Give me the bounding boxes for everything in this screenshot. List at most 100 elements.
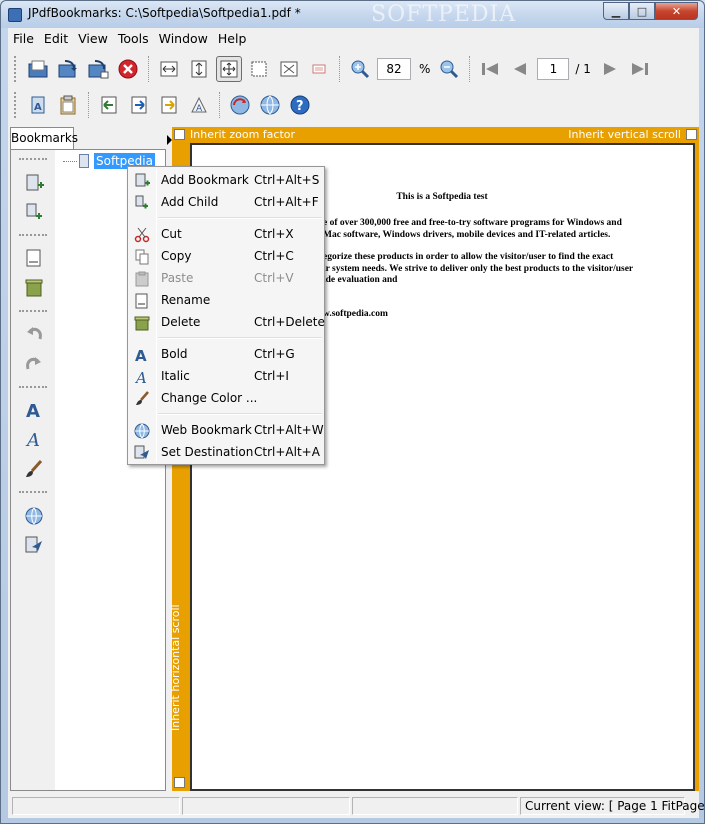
status-cell <box>12 797 180 815</box>
undo-icon[interactable] <box>23 322 45 344</box>
minimize-button[interactable]: ▁ <box>603 2 629 20</box>
menu-item-italic[interactable]: A Italic Ctrl+I <box>130 366 322 388</box>
menu-help[interactable]: Help <box>213 31 252 46</box>
help-icon[interactable]: ? <box>287 92 313 118</box>
menu-item-change-color[interactable]: Change Color ... <box>130 388 322 410</box>
menu-item-copy[interactable]: Copy Ctrl+C <box>130 246 322 268</box>
first-page-icon[interactable] <box>477 56 503 82</box>
menu-view[interactable]: View <box>73 31 113 46</box>
previous-page-icon[interactable] <box>507 56 533 82</box>
add-bookmark-icon <box>134 173 150 189</box>
redo-icon[interactable] <box>23 352 45 374</box>
svg-text:A: A <box>196 104 203 114</box>
inherit-zoom-label: Inherit zoom factor <box>190 127 296 141</box>
paste-icon <box>134 271 150 287</box>
window-title: JPdfBookmarks: C:\Softpedia\Softpedia1.p… <box>28 6 301 20</box>
svg-text:A: A <box>34 102 42 113</box>
fit-page-icon[interactable] <box>216 56 242 82</box>
fit-width-icon[interactable] <box>156 56 182 82</box>
checkbox-icon[interactable] <box>686 128 697 140</box>
close-button[interactable]: ✕ <box>655 2 698 20</box>
title-bar[interactable]: JPdfBookmarks: C:\Softpedia\Softpedia1.p… <box>1 1 704 28</box>
menu-file[interactable]: File <box>8 31 39 46</box>
status-bar: Current view: [ Page 1 FitPage ] <box>8 795 705 817</box>
pdf-properties-icon[interactable]: A <box>25 92 51 118</box>
main-toolbar: 82 % 1 / 1 <box>8 50 699 88</box>
add-child-icon <box>134 195 150 211</box>
italic-icon[interactable]: A <box>23 428 45 450</box>
svg-text:A: A <box>135 347 147 363</box>
inherit-vertical-scroll-label: Inherit vertical scroll <box>568 127 681 141</box>
secondary-toolbar: A A ? <box>8 86 699 124</box>
bookmark-icon <box>79 154 89 168</box>
svg-text:A: A <box>25 430 40 449</box>
add-child-icon[interactable] <box>23 201 45 223</box>
export-bookmarks-icon[interactable] <box>126 92 152 118</box>
scissors-icon <box>134 227 150 243</box>
inherit-zoom-checkbox[interactable]: Inherit zoom factor <box>174 127 295 141</box>
toolbar-grip[interactable] <box>14 56 19 82</box>
menu-item-delete[interactable]: Delete Ctrl+Delete <box>130 312 325 334</box>
checkbox-icon[interactable] <box>174 128 185 140</box>
menu-item-set-destination[interactable]: Set Destination Ctrl+Alt+A <box>130 442 322 464</box>
menu-item-add-bookmark[interactable]: Add Bookmark Ctrl+Alt+S <box>130 170 322 192</box>
inherit-vertical-scroll-checkbox[interactable]: Inherit vertical scroll <box>568 127 697 141</box>
bold-icon[interactable]: A <box>23 399 45 421</box>
import-bookmarks-icon[interactable] <box>96 92 122 118</box>
menu-item-bold[interactable]: A Bold Ctrl+G <box>130 344 322 366</box>
rename-icon <box>134 293 150 309</box>
apply-bookmarks-icon[interactable] <box>156 92 182 118</box>
fit-height-icon[interactable] <box>186 56 212 82</box>
top-left-icon[interactable] <box>306 56 332 82</box>
open-icon[interactable] <box>25 56 51 82</box>
menu-item-cut[interactable]: Cut Ctrl+X <box>130 224 322 246</box>
svg-text:A: A <box>26 401 40 420</box>
set-destination-icon <box>134 445 150 461</box>
copy-icon <box>134 249 150 265</box>
bold-a-icon: A <box>134 347 150 363</box>
tab-bookmarks[interactable]: Bookmarks <box>10 127 78 149</box>
set-destination-icon[interactable] <box>23 534 45 556</box>
menu-item-add-child[interactable]: Add Child Ctrl+Alt+F <box>130 192 322 214</box>
menu-item-web-bookmark[interactable]: Web Bookmark Ctrl+Alt+W <box>130 420 324 442</box>
fit-content-icon[interactable] <box>276 56 302 82</box>
menu-edit[interactable]: Edit <box>39 31 73 46</box>
toolbar-grip[interactable] <box>14 92 19 118</box>
menu-item-paste[interactable]: Paste Ctrl+V <box>130 268 322 290</box>
zoom-in-icon[interactable] <box>347 56 373 82</box>
close-document-icon[interactable] <box>115 56 141 82</box>
save-icon[interactable] <box>55 56 81 82</box>
document-line: ide evaluation and <box>323 275 398 285</box>
current-view-cell: Current view: [ Page 1 FitPage ] <box>520 797 705 815</box>
maximize-button[interactable]: □ <box>629 2 655 20</box>
website-icon[interactable] <box>257 92 283 118</box>
zoom-out-icon[interactable] <box>436 56 462 82</box>
inherit-horizontal-scroll-checkbox[interactable] <box>174 777 185 788</box>
add-bookmark-icon[interactable] <box>23 172 45 194</box>
document-line: ir system needs. We strive to deliver on… <box>323 264 634 274</box>
rename-icon[interactable] <box>23 247 45 269</box>
update-icon[interactable] <box>227 92 253 118</box>
clipboard-icon[interactable] <box>55 92 81 118</box>
color-brush-icon[interactable] <box>23 458 45 480</box>
zoom-input[interactable]: 82 <box>377 58 411 80</box>
document-line: e of over 300,000 free and free-to-try s… <box>323 218 622 228</box>
trash-icon <box>134 315 150 331</box>
menu-tools[interactable]: Tools <box>113 31 154 46</box>
page-number-input[interactable]: 1 <box>537 58 570 80</box>
save-as-icon[interactable] <box>85 56 111 82</box>
menu-item-rename[interactable]: Rename <box>130 290 322 312</box>
menu-window[interactable]: Window <box>154 31 213 46</box>
last-page-icon[interactable] <box>627 56 653 82</box>
bookmark-side-toolbar: A A <box>11 150 55 790</box>
document-line: w.softpedia.com <box>323 309 388 319</box>
web-bookmark-icon[interactable] <box>23 505 45 527</box>
svg-text:A: A <box>134 369 147 385</box>
triangle-tool-icon[interactable]: A <box>186 92 212 118</box>
brush-icon <box>134 391 150 407</box>
next-page-icon[interactable] <box>597 56 623 82</box>
svg-text:?: ? <box>296 99 304 114</box>
page-total-label: / 1 <box>575 62 591 76</box>
actual-size-icon[interactable] <box>246 56 272 82</box>
delete-icon[interactable] <box>23 277 45 299</box>
